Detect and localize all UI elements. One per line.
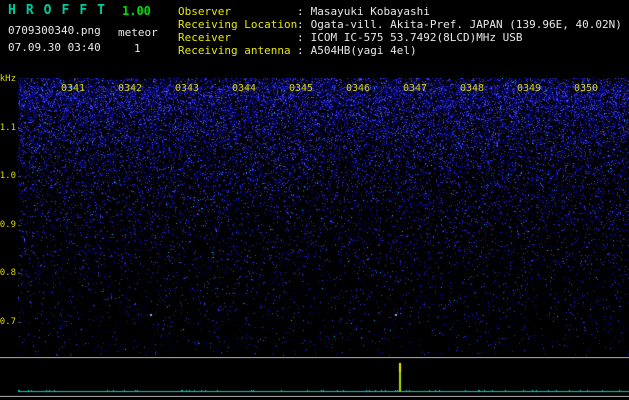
- info-label: Receiving Location: [178, 18, 297, 31]
- x-tick: 0341: [61, 83, 85, 94]
- x-tick: 0342: [118, 83, 142, 94]
- info-label: Receiving antenna: [178, 44, 297, 57]
- info-value: ICOM IC-575 53.7492(8LCD)MHz USB: [311, 31, 523, 44]
- x-tick: 0350: [574, 83, 598, 94]
- info-row-location: Receiving Location: Ogata-vill. Akita-Pre…: [178, 18, 622, 31]
- y-tick: 1.0: [0, 171, 16, 181]
- info-separator: :: [297, 31, 304, 44]
- x-tick: 0344: [232, 83, 256, 94]
- x-tick: 0345: [289, 83, 313, 94]
- logo-letter: R: [26, 3, 44, 18]
- app-logo: HROFFT: [8, 3, 115, 18]
- y-axis-unit: kHz: [0, 74, 16, 84]
- info-label: Observer: [178, 5, 297, 18]
- y-tick: 0.9: [0, 220, 16, 230]
- info-row-observer: Observer: Masayuki Kobayashi: [178, 5, 622, 18]
- logo-letter: H: [8, 3, 26, 18]
- y-tick: 0.8: [0, 268, 16, 278]
- hrofft-output: HROFFT 1.00 0709300340.png meteor 07.09.…: [0, 0, 629, 400]
- x-tick: 0343: [175, 83, 199, 94]
- x-tick: 0349: [517, 83, 541, 94]
- timestamp: 07.09.30 03:40: [8, 41, 101, 54]
- x-tick: 0347: [403, 83, 427, 94]
- station-info: Observer: Masayuki Kobayashi Receiving Lo…: [178, 5, 622, 57]
- y-tick: 0.7: [0, 317, 16, 327]
- info-separator: :: [297, 44, 304, 57]
- logo-letter: F: [61, 3, 79, 18]
- logo-letter: T: [97, 3, 115, 18]
- info-row-antenna: Receiving antenna: A504HB(yagi 4el): [178, 44, 622, 57]
- y-tick: 1.1: [0, 123, 16, 133]
- x-tick: 0346: [346, 83, 370, 94]
- meteor-count: 1: [134, 42, 141, 55]
- logo-letter: F: [79, 3, 97, 18]
- output-filename: 0709300340.png: [8, 24, 101, 37]
- app-version: 1.00: [122, 4, 151, 18]
- logo-letter: O: [44, 3, 62, 18]
- info-separator: :: [297, 5, 304, 18]
- spectrogram-canvas: [18, 78, 629, 356]
- info-separator: :: [297, 18, 304, 31]
- mode-label: meteor: [118, 26, 158, 39]
- info-label: Receiver: [178, 31, 297, 44]
- info-value: Masayuki Kobayashi: [311, 5, 430, 18]
- info-row-receiver: Receiver: ICOM IC-575 53.7492(8LCD)MHz US…: [178, 31, 622, 44]
- info-value: A504HB(yagi 4el): [311, 44, 417, 57]
- info-value: Ogata-vill. Akita-Pref. JAPAN (139.96E, …: [311, 18, 622, 31]
- signal-level-graph: [0, 357, 629, 397]
- x-tick: 0348: [460, 83, 484, 94]
